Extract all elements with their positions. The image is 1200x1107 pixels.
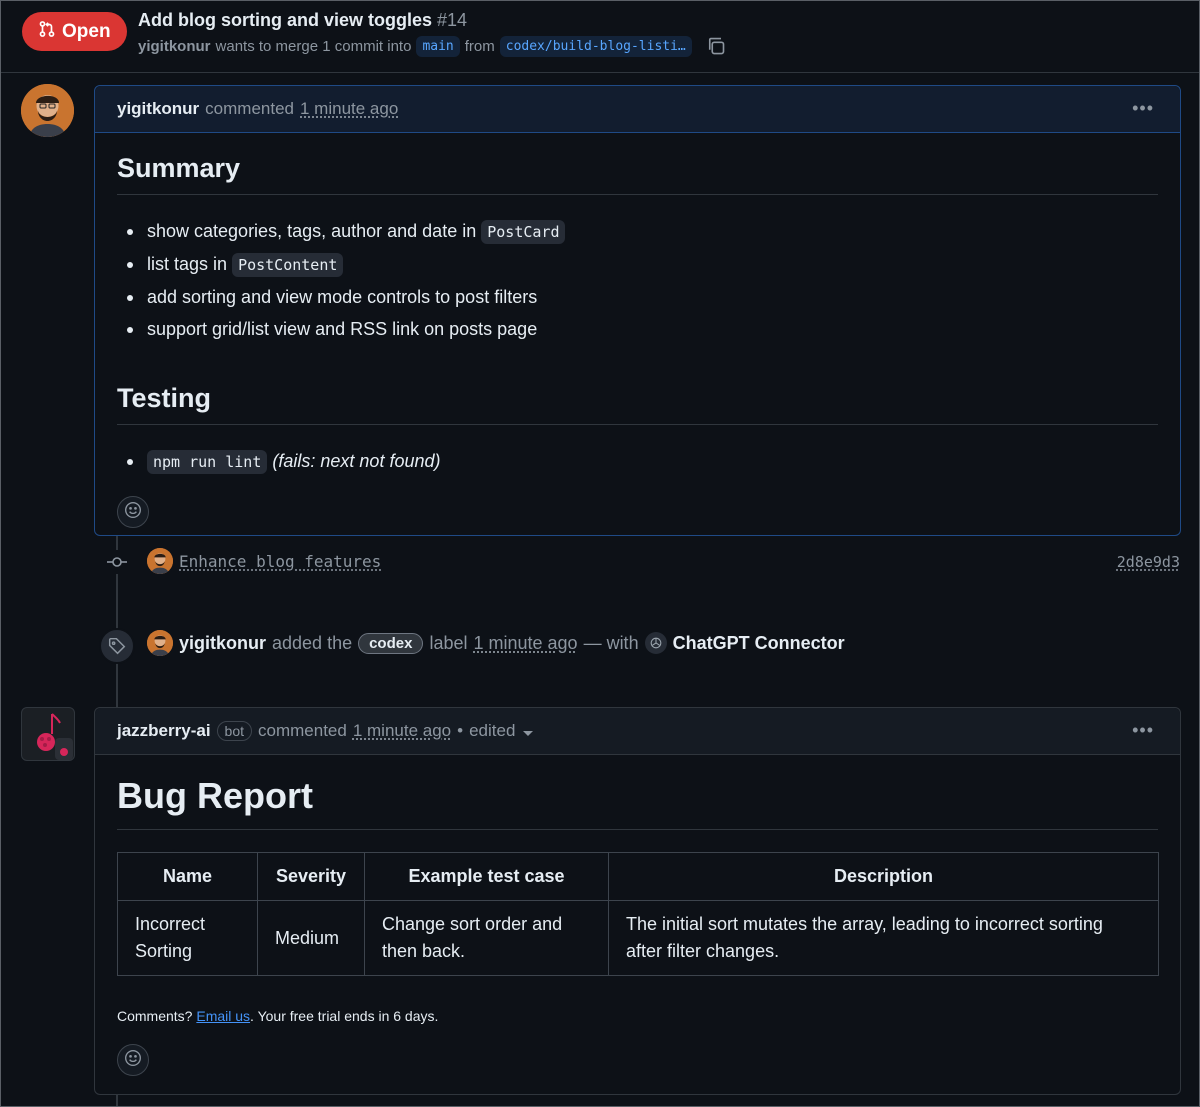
list-item: support grid/list view and RSS link on p… — [117, 313, 1158, 345]
inline-code: npm run lint — [147, 450, 268, 474]
summary-list: show categories, tags, author and date i… — [117, 215, 1158, 345]
comment-author[interactable]: jazzberry-ai — [117, 721, 211, 741]
label-pill-codex[interactable]: codex — [358, 632, 424, 654]
email-us-link[interactable]: Email us — [196, 1008, 250, 1024]
list-item: show categories, tags, author and date i… — [117, 215, 1158, 248]
commit-author-avatar[interactable] — [147, 548, 173, 574]
list-item: add sorting and view mode controls to po… — [117, 281, 1158, 313]
smiley-icon — [124, 1049, 142, 1072]
comment-body: Summary show categories, tags, author an… — [95, 133, 1180, 528]
commit-icon — [104, 550, 130, 574]
table-cell: Medium — [257, 900, 365, 976]
comment-body: Bug Report Name Severity Example test ca… — [95, 755, 1180, 1076]
table-cell: Change sort order and then back. — [364, 900, 609, 976]
kebab-menu-icon[interactable]: ••• — [1132, 98, 1154, 119]
label-word: label — [429, 632, 468, 653]
pull-request-icon — [38, 20, 56, 44]
add-reaction-button[interactable] — [117, 496, 149, 528]
table-header-row: Name Severity Example test case Descript… — [117, 852, 1159, 901]
kebab-menu-icon[interactable]: ••• — [1132, 720, 1154, 741]
pr-title-text: Add blog sorting and view toggles — [138, 10, 433, 30]
add-reaction-button[interactable] — [117, 1044, 149, 1076]
pr-number: #14 — [437, 10, 468, 30]
head-branch[interactable]: codex/build-blog-listi… — [499, 35, 692, 57]
bug-table: Name Severity Example test case Descript… — [117, 852, 1159, 976]
pr-title: Add blog sorting and view toggles #14 — [138, 10, 467, 31]
avatar[interactable] — [21, 84, 74, 137]
comment-box: yigitkonur commented 1 minute ago ••• Su… — [94, 85, 1181, 536]
tag-icon — [99, 628, 135, 664]
label-event-author[interactable]: yigitkonur — [179, 633, 266, 654]
with-text: — with — [583, 632, 639, 653]
pr-merge-info: yigitkonur wants to merge 1 commit into … — [138, 35, 727, 57]
label-event-timestamp[interactable]: 1 minute ago — [473, 633, 577, 654]
copy-icon[interactable] — [705, 35, 727, 57]
bot-avatar[interactable] — [21, 707, 75, 761]
base-branch[interactable]: main — [416, 35, 460, 57]
comment-header: yigitkonur commented 1 minute ago ••• — [95, 86, 1180, 133]
chevron-down-icon — [523, 731, 534, 736]
testing-heading: Testing — [117, 363, 1158, 425]
chatgpt-icon — [644, 632, 667, 654]
comment-timestamp[interactable]: 1 minute ago — [353, 721, 451, 741]
column-header: Name — [117, 852, 258, 901]
from-text: from — [464, 37, 495, 55]
pr-header: Open Add blog sorting and view toggles #… — [0, 0, 1200, 73]
testing-list: npm run lint (fails: next not found) — [117, 445, 1158, 478]
pr-author-link[interactable]: yigitkonur — [138, 38, 211, 55]
list-item: npm run lint (fails: next not found) — [117, 445, 1158, 478]
merge-text: wants to merge 1 commit into — [215, 37, 412, 55]
separator-dot: • — [457, 721, 464, 740]
column-header: Example test case — [364, 852, 609, 901]
table-cell: The initial sort mutates the array, lead… — [608, 900, 1159, 976]
app-name[interactable]: ChatGPT Connector — [673, 633, 845, 654]
label-author-avatar[interactable] — [147, 630, 173, 656]
list-item: list tags in PostContent — [117, 248, 1158, 281]
testing-note: (fails: next not found) — [272, 451, 441, 471]
commit-event: Enhance blog features — [147, 548, 381, 574]
column-header: Description — [608, 852, 1159, 901]
comment-action: commented — [258, 721, 347, 740]
table-row: Incorrect Sorting Medium Change sort ord… — [117, 900, 1159, 976]
bot-badge: bot — [216, 721, 253, 741]
commit-sha-link[interactable]: 2d8e9d3 — [1117, 553, 1180, 571]
comment-box: jazzberry-ai bot commented 1 minute ago … — [94, 707, 1181, 1095]
edited-dropdown[interactable]: edited — [469, 721, 534, 741]
footer-note: Comments? Email us. Your free trial ends… — [117, 1008, 439, 1024]
label-event: yigitkonur added the codex label 1 minut… — [147, 630, 845, 656]
column-header: Severity — [257, 852, 365, 901]
table-cell: Incorrect Sorting — [117, 900, 258, 976]
commit-message-link[interactable]: Enhance blog features — [179, 552, 381, 571]
pr-state-badge: Open — [22, 12, 127, 51]
inline-code: PostCard — [481, 220, 566, 244]
pr-state-label: Open — [62, 20, 111, 42]
comment-timestamp[interactable]: 1 minute ago — [300, 99, 398, 119]
label-added-text: added the — [272, 632, 353, 653]
smiley-icon — [124, 501, 142, 524]
comment-author[interactable]: yigitkonur — [117, 99, 199, 119]
comment-action: commented — [205, 99, 294, 118]
inline-code: PostContent — [232, 253, 344, 277]
comment-header: jazzberry-ai bot commented 1 minute ago … — [95, 708, 1180, 755]
summary-heading: Summary — [117, 133, 1158, 195]
bug-report-heading: Bug Report — [117, 755, 1158, 830]
timeline-connector-bottom — [116, 1094, 118, 1107]
